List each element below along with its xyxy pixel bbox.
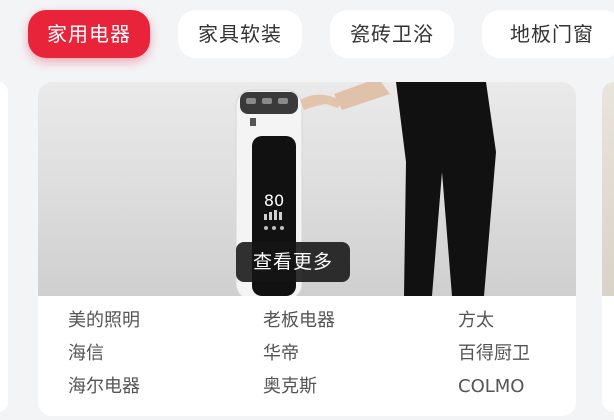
display-dot-icon bbox=[264, 226, 268, 230]
previous-card-peek[interactable] bbox=[0, 82, 8, 412]
person-silhouette bbox=[396, 82, 496, 296]
brand-link[interactable]: 美的照明 bbox=[68, 309, 140, 333]
next-card-peek[interactable] bbox=[602, 82, 614, 412]
next-card-image bbox=[602, 82, 614, 296]
display-dot-icon bbox=[280, 226, 284, 230]
tab-home-appliances[interactable]: 家用电器 bbox=[28, 10, 150, 58]
appliance-top-button bbox=[262, 98, 272, 104]
display-bar-icon bbox=[264, 214, 267, 220]
arm bbox=[334, 82, 390, 110]
display-bar-icon bbox=[274, 210, 277, 220]
view-more-button[interactable]: 查看更多 bbox=[236, 242, 350, 282]
brand-link[interactable]: 老板电器 bbox=[263, 309, 335, 333]
brand-link[interactable]: 海尔电器 bbox=[68, 375, 140, 399]
display-dot-icon bbox=[272, 226, 276, 230]
brand-link[interactable]: 海信 bbox=[68, 342, 104, 366]
appliance-logo bbox=[250, 118, 256, 126]
appliance-top-button bbox=[278, 98, 288, 104]
brand-link[interactable]: 百得厨卫 bbox=[458, 342, 530, 366]
category-tabs: 家用电器 家具软装 瓷砖卫浴 地板门窗 bbox=[0, 0, 614, 70]
hero-image[interactable]: 80 查看更多 bbox=[38, 82, 576, 296]
appliance-display-value: 80 bbox=[264, 191, 284, 210]
brand-link[interactable]: 奥克斯 bbox=[263, 375, 317, 399]
display-bar-icon bbox=[269, 212, 272, 220]
tab-tiles-bathroom[interactable]: 瓷砖卫浴 bbox=[330, 10, 454, 58]
brand-link[interactable]: 方太 bbox=[458, 309, 494, 333]
brand-list: 美的照明 老板电器 方太 海信 华帝 百得厨卫 海尔电器 奥克斯 COLMO bbox=[38, 296, 576, 416]
category-card: 80 查看更多 美的照明 老板电器 方太 海信 华帝 百得厨卫 海尔电器 奥克斯… bbox=[38, 82, 576, 416]
display-bar-icon bbox=[279, 212, 282, 220]
appliance-top-button bbox=[246, 98, 256, 104]
tab-floor-doors-windows[interactable]: 地板门窗 bbox=[482, 10, 614, 58]
brand-link[interactable]: 华帝 bbox=[263, 342, 299, 366]
tab-furniture-decor[interactable]: 家具软装 bbox=[178, 10, 302, 58]
page: 家用电器 家具软装 瓷砖卫浴 地板门窗 80 查看更多 美的照明 老板电器 方太… bbox=[0, 0, 614, 420]
brand-link[interactable]: COLMO bbox=[458, 375, 524, 399]
